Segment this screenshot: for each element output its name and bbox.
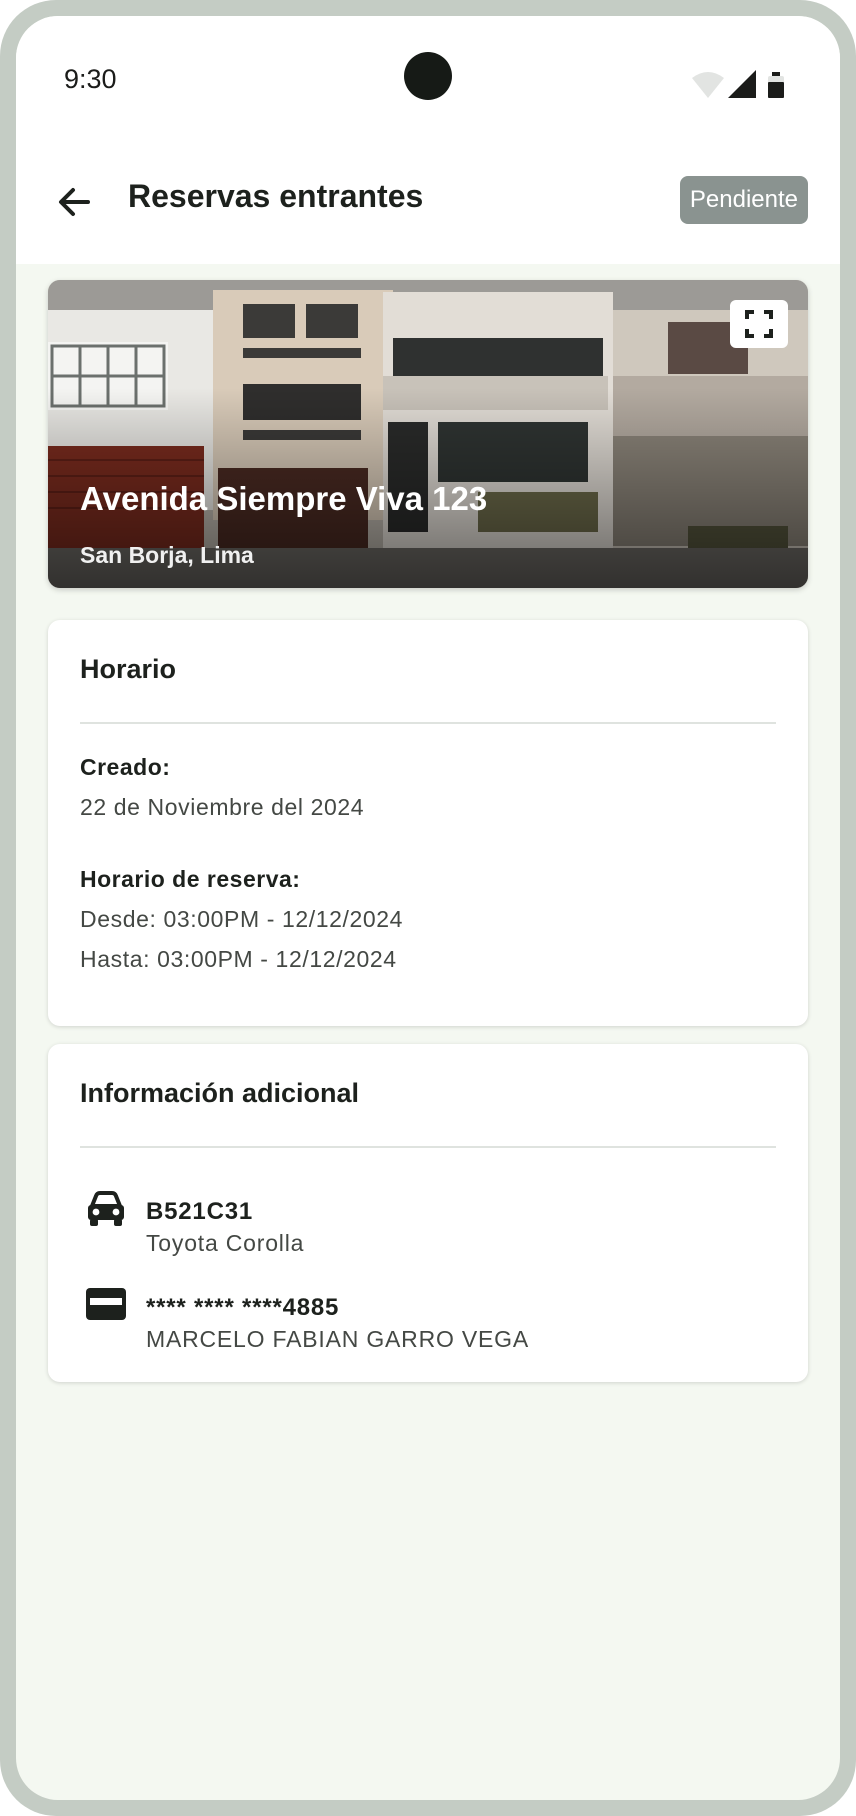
vehicle-model: Toyota Corolla	[146, 1230, 305, 1256]
location-district: San Borja, Lima	[80, 542, 254, 568]
expand-image-button[interactable]	[730, 300, 788, 348]
status-bar: 9:30	[16, 16, 840, 146]
reservation-to: Hasta: 03:00PM - 12/12/2024	[80, 946, 397, 972]
fullscreen-icon	[745, 310, 773, 338]
created-value: 22 de Noviembre del 2024	[80, 794, 365, 820]
signal-icon	[728, 70, 756, 98]
reservation-label: Horario de reserva:	[80, 866, 301, 892]
status-badge: Pendiente	[679, 176, 808, 224]
status-time: 9:30	[64, 64, 117, 94]
back-button[interactable]	[46, 174, 102, 230]
location-address: Avenida Siempre Viva 123	[80, 480, 488, 517]
system-icons	[692, 70, 784, 98]
device-frame: 9:30 Reservas entrantes Pendiente Avenid…	[0, 0, 856, 1816]
vehicle-plate: B521C31	[146, 1198, 254, 1225]
created-label: Creado:	[80, 754, 171, 780]
additional-info-card: Información adicional B521C31 Toyota Cor…	[48, 1044, 808, 1382]
wifi-icon	[692, 72, 724, 98]
page-title: Reservas entrantes	[128, 178, 424, 214]
additional-info-title: Información adicional	[80, 1078, 360, 1108]
car-icon	[88, 1191, 124, 1226]
credit-card-icon	[86, 1288, 126, 1320]
card-number: **** **** ****4885	[146, 1294, 340, 1321]
schedule-card: Horario Creado: 22 de Noviembre del 2024…	[48, 620, 808, 1026]
location-image-card[interactable]: Avenida Siempre Viva 123 San Borja, Lima	[48, 280, 808, 588]
camera-cutout	[404, 52, 452, 100]
divider	[80, 1146, 776, 1148]
reservation-from: Desde: 03:00PM - 12/12/2024	[80, 906, 404, 932]
divider	[80, 722, 776, 724]
schedule-title: Horario	[80, 654, 177, 684]
app-bar: Reservas entrantes Pendiente	[16, 146, 840, 264]
card-holder: MARCELO FABIAN GARRO VEGA	[146, 1326, 529, 1352]
screen: 9:30 Reservas entrantes Pendiente Avenid…	[16, 16, 840, 1800]
battery-icon	[768, 72, 784, 98]
arrow-left-icon	[59, 188, 90, 216]
